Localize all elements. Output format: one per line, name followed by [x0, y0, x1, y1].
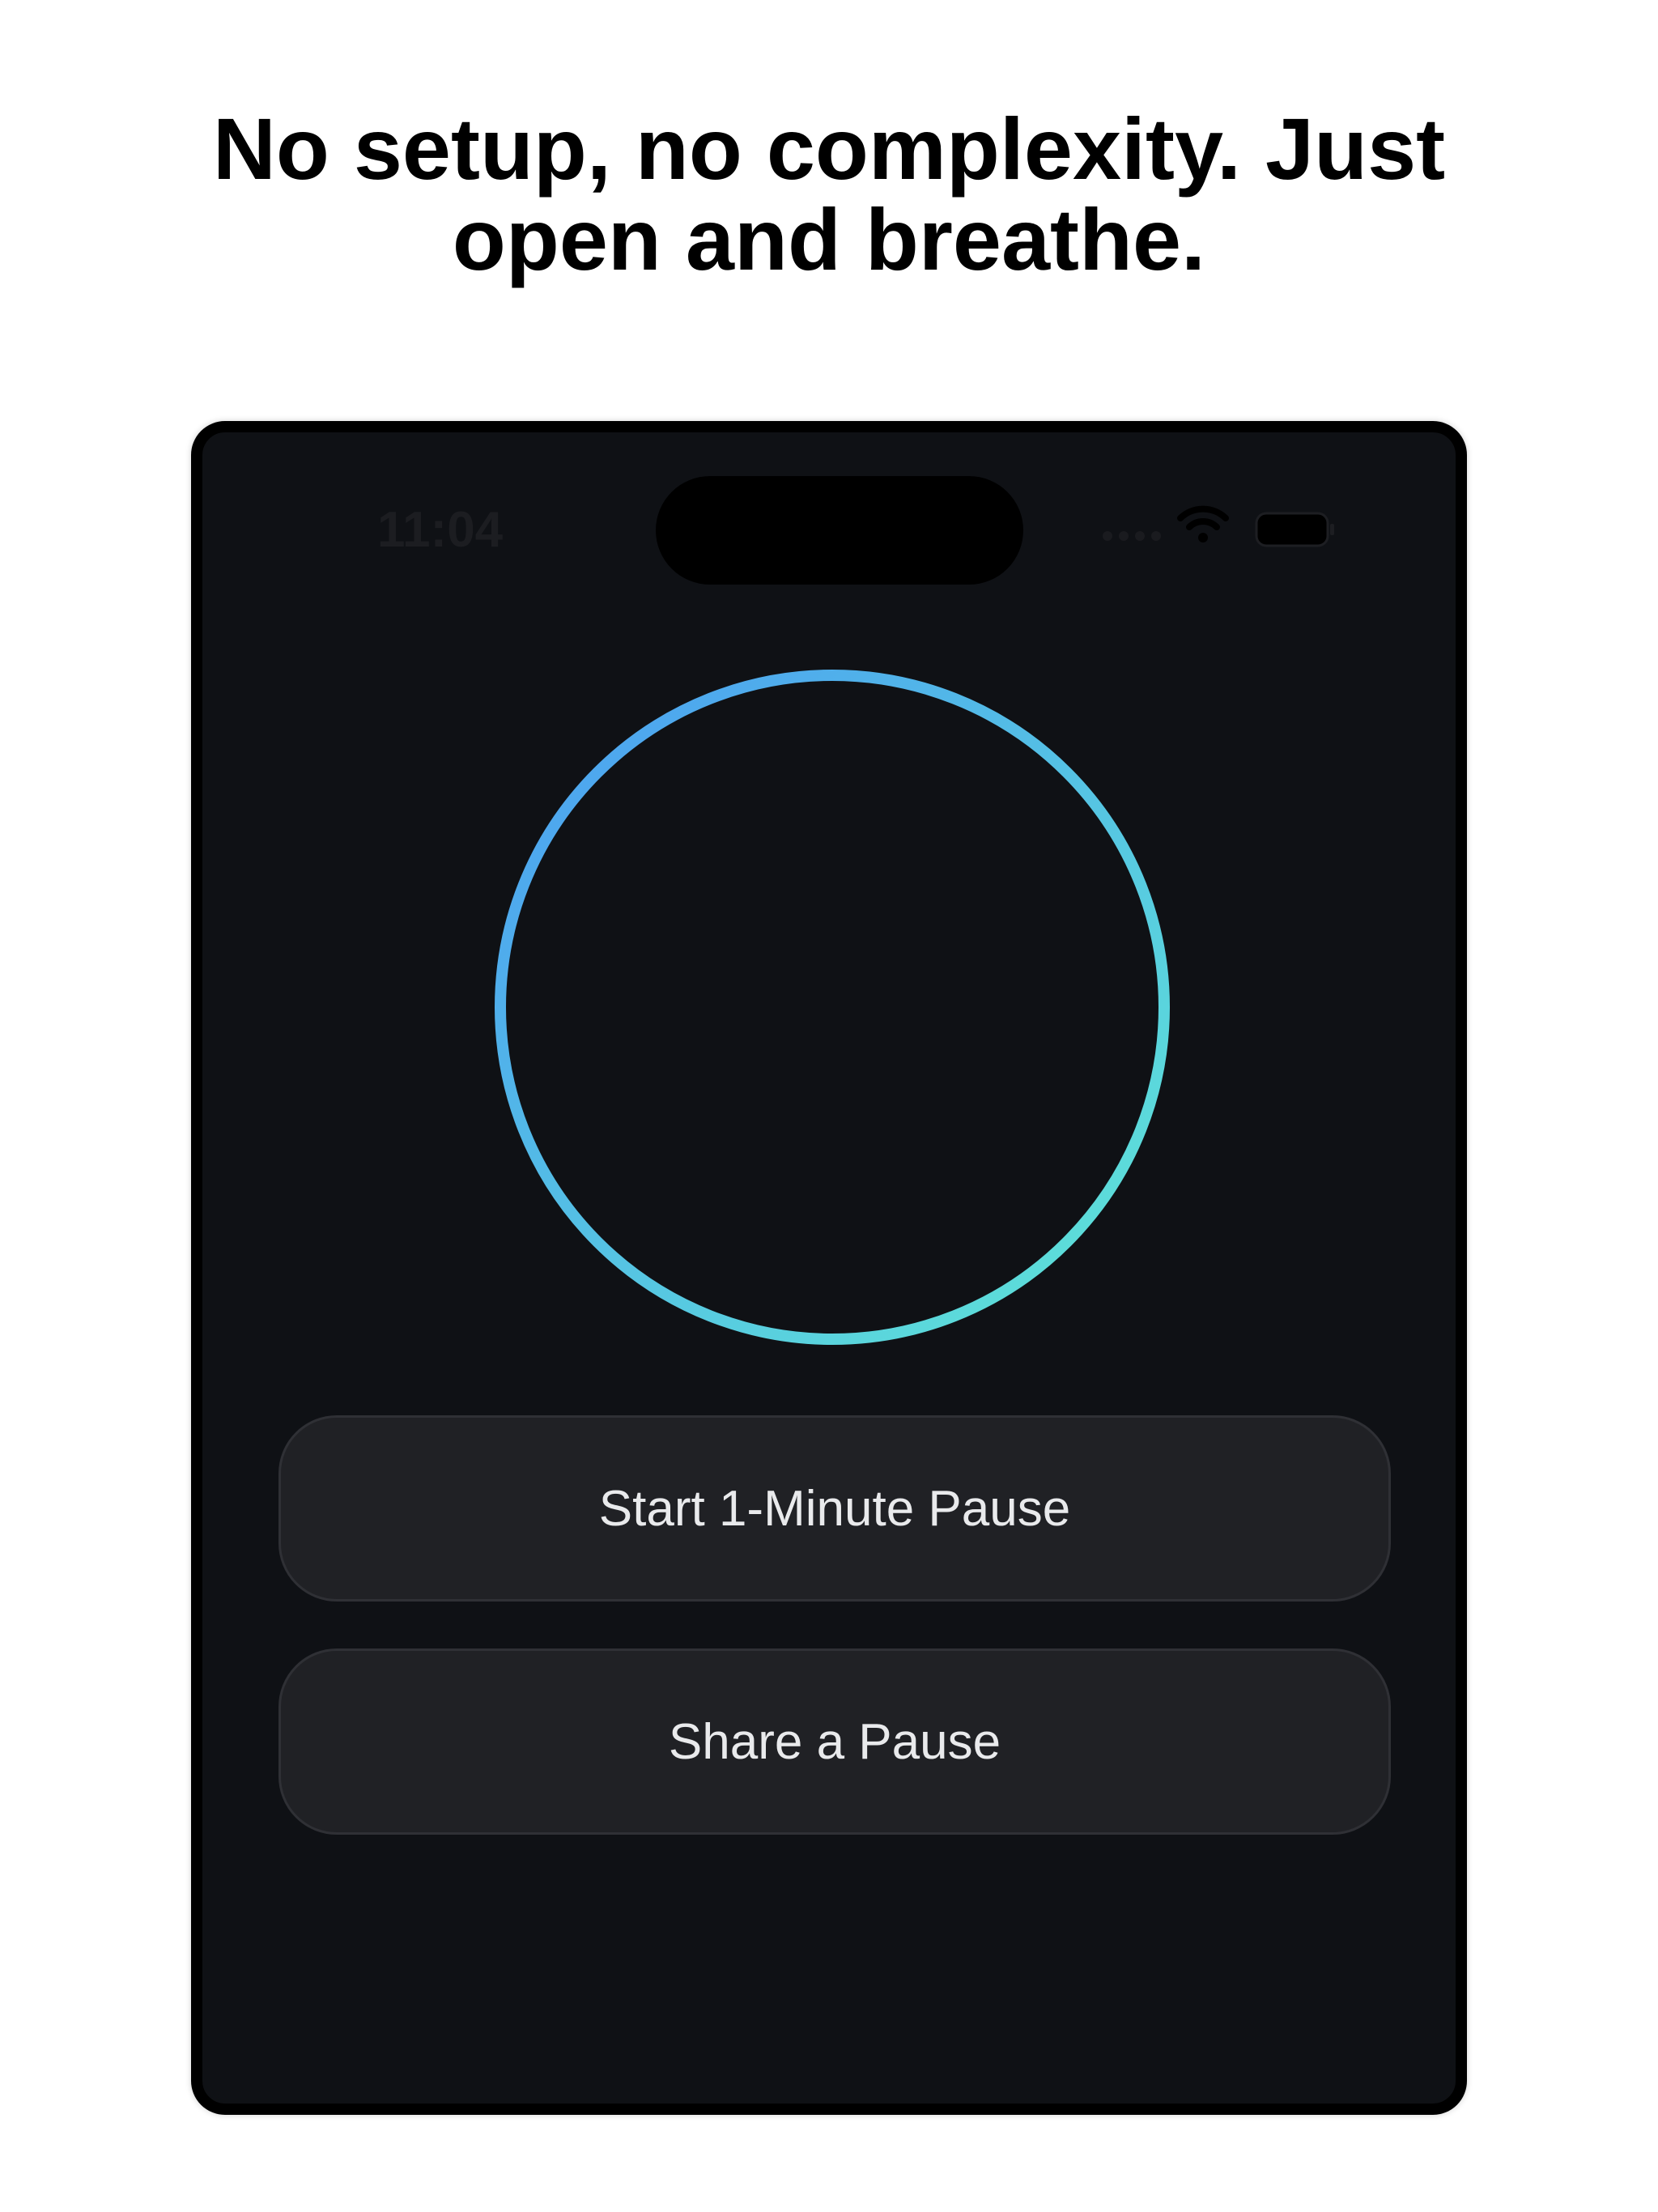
battery-icon: [1255, 512, 1334, 547]
page-headline: No setup, no complexity. Just open and b…: [212, 100, 1446, 288]
wifi-icon: [1177, 505, 1229, 542]
dynamic-island: [656, 476, 1023, 585]
share-pause-button[interactable]: Share a Pause: [278, 1648, 1391, 1835]
breathing-circle: [495, 670, 1170, 1345]
status-bar-time: 11:04: [377, 502, 504, 558]
phone-screen: 11:04 Start 1-Minute Pause Share a Pause: [191, 421, 1467, 2115]
cellular-signal-icon: [1103, 531, 1161, 541]
start-pause-button[interactable]: Start 1-Minute Pause: [278, 1415, 1391, 1602]
